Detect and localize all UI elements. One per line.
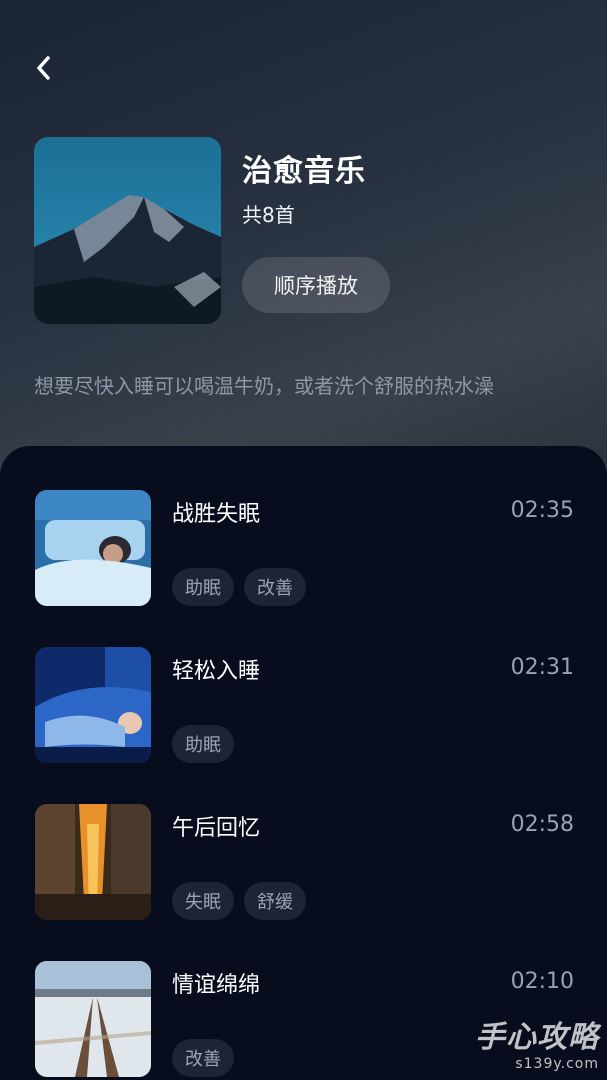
track-tag: 舒缓 — [244, 882, 306, 920]
track-title: 轻松入睡 — [172, 659, 261, 684]
track-row[interactable]: 轻松入睡 02:31 助眠 — [0, 647, 607, 767]
site-watermark: 手心攻略 s139y.com — [475, 1012, 599, 1072]
back-button[interactable] — [28, 52, 58, 84]
sequential-play-button[interactable]: 顺序播放 — [242, 257, 390, 313]
track-tag: 助眠 — [172, 568, 234, 606]
track-duration: 02:35 — [510, 498, 574, 523]
track-tag: 助眠 — [172, 725, 234, 763]
track-thumbnail — [35, 961, 151, 1077]
track-title: 午后回忆 — [172, 816, 261, 841]
track-duration: 02:58 — [510, 812, 574, 837]
playlist-title: 治愈音乐 — [242, 154, 366, 189]
track-duration: 02:31 — [510, 655, 574, 680]
playlist-cover-image — [34, 137, 221, 324]
track-tag: 改善 — [244, 568, 306, 606]
track-duration: 02:10 — [510, 969, 574, 994]
track-thumbnail — [35, 647, 151, 763]
track-count: 共8首 — [242, 203, 295, 227]
track-row[interactable]: 战胜失眠 02:35 助眠 改善 — [0, 490, 607, 610]
watermark-url: s139y.com — [515, 1056, 599, 1072]
track-tag: 失眠 — [172, 882, 234, 920]
track-title: 战胜失眠 — [172, 502, 261, 527]
watermark-logo-text: 手心攻略 — [475, 1020, 599, 1055]
track-thumbnail — [35, 804, 151, 920]
track-thumbnail — [35, 490, 151, 606]
track-title: 情谊绵绵 — [172, 973, 261, 998]
track-tag: 改善 — [172, 1039, 234, 1077]
track-list: 战胜失眠 02:35 助眠 改善 轻松入睡 02:31 助眠 午后回忆 02:5… — [0, 446, 607, 1080]
track-row[interactable]: 午后回忆 02:58 失眠 舒缓 — [0, 804, 607, 924]
chevron-left-icon — [37, 56, 50, 80]
playlist-description: 想要尽快入睡可以喝温牛奶，或者洗个舒服的热水澡 — [34, 374, 494, 398]
